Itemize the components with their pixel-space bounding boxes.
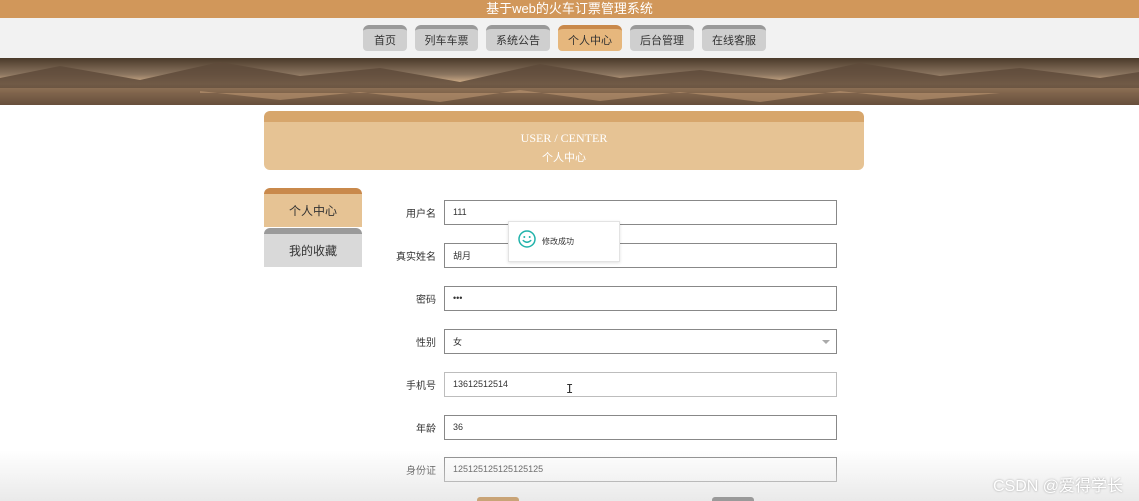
- site-title: 基于web的火车订票管理系统: [486, 1, 653, 16]
- idcard-label: 身份证: [406, 465, 436, 477]
- gender-label: 性别: [416, 337, 436, 349]
- csdn-watermark: CSDN @爱得学长: [992, 478, 1123, 495]
- form-row-password: 密码 •••: [380, 285, 837, 311]
- sidebar-item-user-center[interactable]: 个人中心: [264, 188, 362, 227]
- idcard-input[interactable]: 125125125125125125: [444, 456, 837, 482]
- text-cursor-icon: I: [566, 382, 574, 396]
- section-header: USER / CENTER 个人中心: [264, 111, 864, 170]
- chevron-down-icon: [822, 339, 830, 344]
- form-row-age: 年龄 36: [380, 414, 837, 440]
- success-toast: 修改成功: [508, 221, 620, 262]
- phone-label: 手机号: [406, 380, 436, 392]
- section-title-en: USER / CENTER: [520, 131, 608, 145]
- phone-input[interactable]: 13612512514: [444, 371, 837, 397]
- section-title-cn: 个人中心: [542, 152, 586, 164]
- toast-message: 修改成功: [542, 237, 574, 246]
- password-input[interactable]: •••: [444, 285, 837, 311]
- username-label: 用户名: [406, 208, 436, 220]
- nav-admin[interactable]: 后台管理: [630, 25, 694, 51]
- smile-icon: [518, 230, 536, 253]
- gender-select[interactable]: 女: [444, 328, 837, 354]
- submit-button-edge[interactable]: [477, 497, 519, 501]
- nav-online-service[interactable]: 在线客服: [702, 25, 766, 51]
- form-row-phone: 手机号 13612512514: [380, 371, 837, 397]
- main-nav: 首页 列车车票 系统公告 个人中心 后台管理 在线客服: [0, 18, 1139, 58]
- age-label: 年龄: [416, 423, 436, 435]
- nav-train-tickets[interactable]: 列车车票: [415, 25, 478, 51]
- top-title-bar: 基于web的火车订票管理系统: [0, 0, 1139, 18]
- nav-announcements[interactable]: 系统公告: [486, 25, 550, 51]
- form-row-gender: 性别 女: [380, 328, 837, 354]
- sidebar-item-favorites[interactable]: 我的收藏: [264, 228, 362, 267]
- gender-value: 女: [453, 336, 463, 347]
- banner-image: [0, 58, 1139, 105]
- realname-label: 真实姓名: [396, 251, 436, 263]
- nav-user-center[interactable]: 个人中心: [558, 25, 622, 51]
- username-input[interactable]: 111: [444, 199, 837, 225]
- secondary-button-edge[interactable]: [712, 497, 754, 501]
- realname-input[interactable]: 胡月: [444, 242, 837, 268]
- form-row-idcard: 身份证 125125125125125125: [380, 456, 837, 482]
- password-label: 密码: [416, 294, 436, 306]
- age-input[interactable]: 36: [444, 414, 837, 440]
- nav-home[interactable]: 首页: [363, 25, 407, 51]
